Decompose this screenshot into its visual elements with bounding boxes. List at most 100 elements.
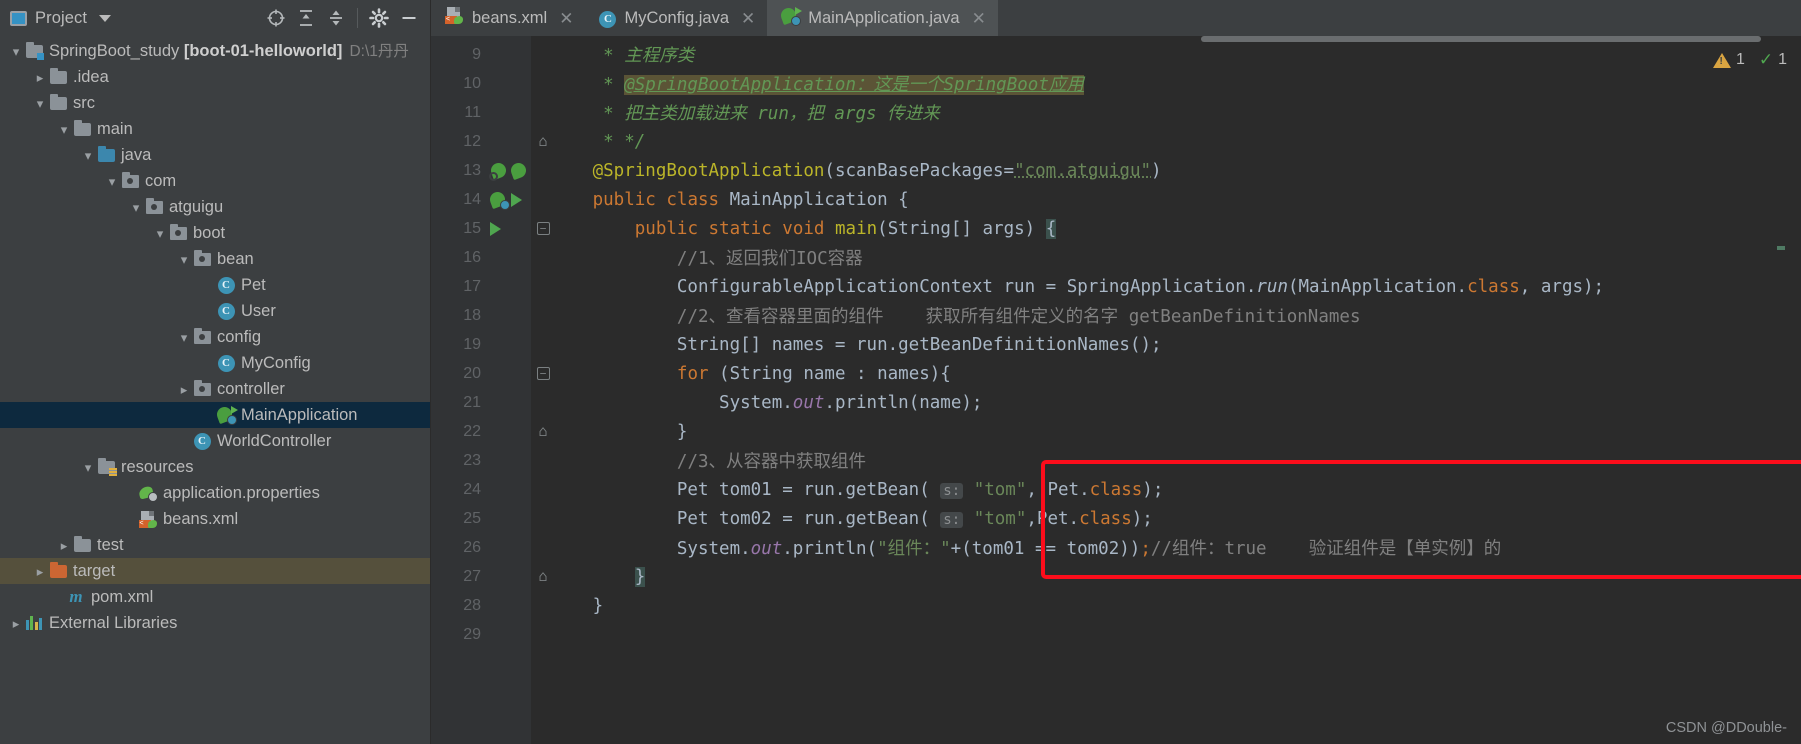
code-text[interactable]: //3、从容器中获取组件 [555, 448, 1801, 473]
spring-bean-gutter-icon[interactable] [487, 189, 510, 210]
code-line[interactable]: 19 String[] names = run.getBeanDefinitio… [431, 330, 1801, 359]
tree-row-target[interactable]: ▸ target [0, 558, 430, 584]
tree-row-application-properties[interactable]: ▸ application.properties [0, 480, 430, 506]
tree-row-mainapplication[interactable]: ▸ MainApplication [0, 402, 430, 428]
tree-row-src[interactable]: ▾ src [0, 90, 430, 116]
tree-row-pom-xml[interactable]: ▸ m pom.xml [0, 584, 430, 610]
code-line[interactable]: 10 * @SpringBootApplication：这是一个SpringBo… [431, 69, 1801, 98]
expand-all-icon[interactable] [291, 3, 321, 33]
chevron-down-icon[interactable]: ▾ [176, 253, 192, 266]
code-line[interactable]: 15 − public static void main(String[] arg… [431, 214, 1801, 243]
code-line[interactable]: 28 } [431, 591, 1801, 620]
tree-row-bean[interactable]: ▾ bean [0, 246, 430, 272]
run-gutter-icon[interactable] [490, 221, 501, 236]
chevron-down-icon[interactable]: ▾ [176, 331, 192, 344]
close-icon[interactable]: ✕ [972, 10, 986, 27]
code-line[interactable]: 27 ⌂ } [431, 562, 1801, 591]
spelling-indicator[interactable]: ✓ 1 [1759, 50, 1787, 70]
run-gutter-icon[interactable] [511, 192, 522, 207]
code-line[interactable]: 22 ⌂ } [431, 417, 1801, 446]
code-line[interactable]: 12 ⌂ * */ [431, 127, 1801, 156]
code-line[interactable]: 13 @SpringBootApplication(scanBasePackag… [431, 156, 1801, 185]
fold-marker[interactable]: ⌂ [531, 424, 555, 439]
tree-row-idea[interactable]: ▸ .idea [0, 64, 430, 90]
code-text[interactable]: public class MainApplication { [555, 190, 1801, 210]
code-line[interactable]: 23 //3、从容器中获取组件 [431, 446, 1801, 475]
chevron-down-icon[interactable]: ▾ [32, 97, 48, 110]
code-text[interactable]: //2、查看容器里面的组件 获取所有组件定义的名字 getBeanDefinit… [555, 303, 1801, 328]
code-text[interactable]: System.out.println("组件："+(tom01 == tom02… [555, 535, 1801, 560]
chevron-right-icon[interactable]: ▸ [32, 565, 48, 578]
code-text[interactable]: * 把主类加载进来 run，把 args 传进来 [555, 100, 1801, 125]
code-line[interactable]: 18 //2、查看容器里面的组件 获取所有组件定义的名字 getBeanDefi… [431, 301, 1801, 330]
code-line[interactable]: 17 ConfigurableApplicationContext run = … [431, 272, 1801, 301]
chevron-right-icon[interactable]: ▸ [8, 617, 24, 630]
close-icon[interactable]: ✕ [559, 10, 573, 27]
gutter-icons[interactable] [487, 221, 531, 236]
spring-bean-gutter-icon[interactable] [488, 160, 509, 181]
code-line[interactable]: 29 [431, 620, 1801, 649]
spring-config-gutter-icon[interactable] [508, 160, 529, 180]
chevron-down-icon[interactable]: ▾ [104, 175, 120, 188]
code-text[interactable]: Pet tom01 = run.getBean( s: "tom", Pet.c… [555, 480, 1801, 500]
tree-row-boot[interactable]: ▾ boot [0, 220, 430, 246]
code-text[interactable]: * 主程序类 [555, 42, 1801, 67]
minimize-icon[interactable] [394, 3, 424, 33]
code-text[interactable]: @SpringBootApplication(scanBasePackages=… [555, 161, 1801, 181]
fold-marker[interactable]: − [531, 222, 555, 235]
code-text[interactable]: } [555, 422, 1801, 442]
code-line[interactable]: 26 System.out.println("组件："+(tom01 == to… [431, 533, 1801, 562]
tree-row-user[interactable]: ▸ C User [0, 298, 430, 324]
code-line[interactable]: 14 public class MainApplication { [431, 185, 1801, 214]
code-line[interactable]: 24 Pet tom01 = run.getBean( s: "tom", Pe… [431, 475, 1801, 504]
tab-myconfig-java[interactable]: C MyConfig.java ✕ [585, 0, 768, 36]
chevron-down-icon[interactable]: ▾ [80, 149, 96, 162]
tree-row-springboot-study[interactable]: ▾ SpringBoot_study [boot-01-helloworld] D… [0, 38, 430, 64]
chevron-right-icon[interactable]: ▸ [176, 383, 192, 396]
code-line[interactable]: 20 − for (String name : names){ [431, 359, 1801, 388]
chevron-down-icon[interactable] [99, 14, 112, 22]
inspections-widget[interactable]: 1 ✓ 1 [1712, 50, 1787, 70]
fold-marker[interactable]: − [531, 367, 555, 380]
code-text[interactable]: * */ [555, 132, 1801, 152]
code-line[interactable]: 11 * 把主类加载进来 run，把 args 传进来 [431, 98, 1801, 127]
chevron-right-icon[interactable]: ▸ [32, 71, 48, 84]
code-text[interactable]: Pet tom02 = run.getBean( s: "tom",Pet.cl… [555, 509, 1801, 529]
tab-mainapplication-java[interactable]: MainApplication.java ✕ [767, 0, 998, 36]
code-text[interactable]: } [555, 566, 1801, 587]
chevron-down-icon[interactable]: ▾ [8, 45, 24, 58]
fold-marker[interactable]: ⌂ [531, 569, 555, 584]
code-editor[interactable]: 1 ✓ 1 9 * 主程序类10 * @SpringBootApplicatio… [431, 36, 1801, 744]
gutter-icons[interactable] [487, 189, 531, 210]
gutter-icons[interactable] [487, 160, 531, 181]
tab-beans-xml[interactable]: < beans.xml ✕ [431, 0, 586, 36]
code-text[interactable]: //1、返回我们IOC容器 [555, 245, 1801, 270]
tree-row-external-libraries[interactable]: ▸ External Libraries [0, 610, 430, 636]
code-text[interactable]: } [555, 596, 1801, 616]
chevron-down-icon[interactable]: ▾ [152, 227, 168, 240]
tree-row-pet[interactable]: ▸ C Pet [0, 272, 430, 298]
code-line[interactable]: 16 //1、返回我们IOC容器 [431, 243, 1801, 272]
close-icon[interactable]: ✕ [741, 10, 755, 27]
chevron-down-icon[interactable]: ▾ [56, 123, 72, 136]
code-text[interactable]: System.out.println(name); [555, 393, 1801, 413]
tree-row-controller[interactable]: ▸ controller [0, 376, 430, 402]
tree-row-com[interactable]: ▾ com [0, 168, 430, 194]
code-text[interactable]: ConfigurableApplicationContext run = Spr… [555, 277, 1801, 297]
chevron-down-icon[interactable]: ▾ [80, 461, 96, 474]
code-line[interactable]: 25 Pet tom02 = run.getBean( s: "tom",Pet… [431, 504, 1801, 533]
tree-row-worldcontroller[interactable]: ▸ C WorldController [0, 428, 430, 454]
fold-marker[interactable]: ⌂ [531, 134, 555, 149]
gear-icon[interactable] [364, 3, 394, 33]
tree-row-config[interactable]: ▾ config [0, 324, 430, 350]
project-title-button[interactable]: Project [10, 9, 112, 28]
project-tree[interactable]: ▾ SpringBoot_study [boot-01-helloworld] D… [0, 36, 430, 744]
code-content[interactable]: 9 * 主程序类 10 * @SpringBootApplication：这是一个… [431, 36, 1801, 649]
tree-row-main[interactable]: ▾ main [0, 116, 430, 142]
code-text[interactable]: * @SpringBootApplication：这是一个SpringBoot应… [555, 71, 1801, 96]
code-text[interactable]: String[] names = run.getBeanDefinitionNa… [555, 335, 1801, 355]
locate-icon[interactable] [261, 3, 291, 33]
tree-row-beans-xml[interactable]: ▸ < beans.xml [0, 506, 430, 532]
warning-indicator[interactable]: 1 [1712, 51, 1745, 69]
code-text[interactable]: public static void main(String[] args) { [555, 218, 1801, 239]
